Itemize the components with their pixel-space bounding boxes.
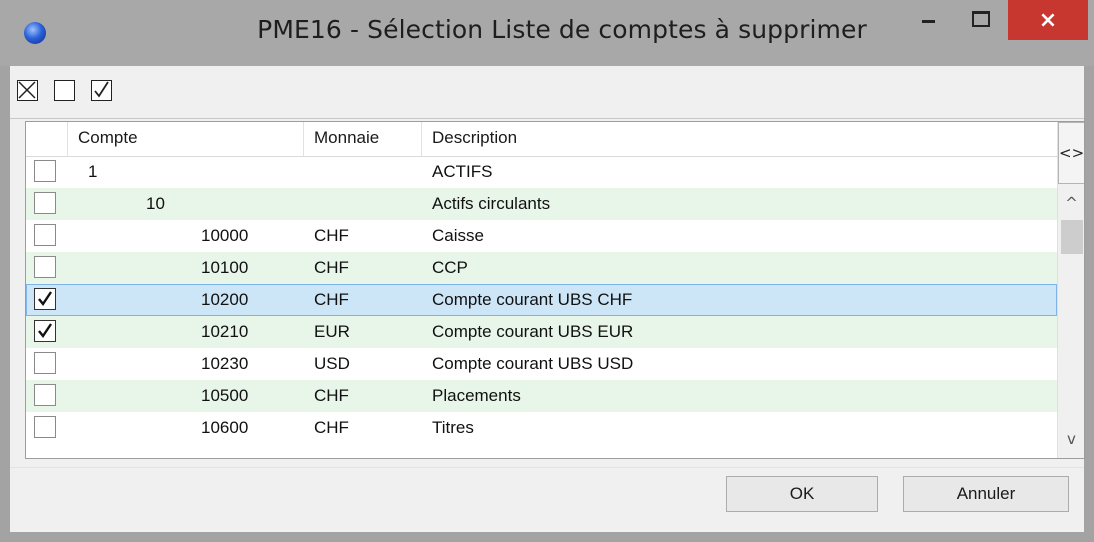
cell-monnaie: CHF	[314, 290, 349, 309]
scrollbar-thumb[interactable]	[1061, 220, 1083, 254]
cell-monnaie: EUR	[314, 322, 350, 341]
cell-compte: 10230	[201, 354, 249, 373]
table-row[interactable]: 10210 EUR Compte courant UBS EUR	[26, 316, 1057, 348]
accounts-grid: Compte Monnaie Description 1 ACTIFS 10 Acti…	[25, 121, 1085, 459]
scroll-down-icon[interactable]: v	[1058, 430, 1084, 450]
table-row[interactable]: 10600 CHF Titres	[26, 412, 1057, 444]
row-checkbox-checked[interactable]	[34, 288, 56, 310]
dialog-body: Compte Monnaie Description 1 ACTIFS 10 Acti…	[10, 66, 1085, 532]
maximize-icon	[972, 11, 990, 27]
grid-header: Compte Monnaie Description	[26, 122, 1057, 157]
cell-compte: 10200	[201, 290, 249, 309]
cell-description: Caisse	[432, 226, 484, 245]
cancel-button[interactable]: Annuler	[903, 476, 1069, 512]
grid-rows: 1 ACTIFS 10 Actifs circulants 10000 CHF Caisse…	[26, 156, 1057, 444]
cell-description: ACTIFS	[432, 162, 493, 181]
row-checkbox[interactable]	[34, 192, 56, 214]
cell-monnaie: CHF	[314, 226, 349, 245]
header-monnaie[interactable]: Monnaie	[304, 122, 422, 156]
title-bar[interactable]: PME16 - Sélection Liste de comptes à sup…	[0, 0, 1094, 66]
cell-compte: 10000	[201, 226, 249, 245]
row-checkbox[interactable]	[34, 352, 56, 374]
cell-monnaie: USD	[314, 354, 350, 373]
expand-columns-button[interactable]: <>	[1058, 122, 1084, 184]
row-checkbox[interactable]	[34, 256, 56, 278]
checkmark-icon	[38, 291, 52, 307]
cell-description: Compte courant UBS CHF	[432, 290, 633, 309]
ok-button[interactable]: OK	[726, 476, 878, 512]
close-button[interactable]: ×	[1008, 0, 1088, 40]
table-row[interactable]: 1 ACTIFS	[26, 156, 1057, 188]
maximize-button[interactable]	[958, 0, 1004, 38]
row-checkbox[interactable]	[34, 160, 56, 182]
table-row[interactable]: 10200 CHF Compte courant UBS CHF	[26, 284, 1057, 316]
toggle-all-icon[interactable]	[17, 80, 38, 101]
cell-monnaie: CHF	[314, 258, 349, 277]
cell-description: Titres	[432, 418, 474, 437]
header-compte[interactable]: Compte	[68, 122, 304, 156]
dialog-window: PME16 - Sélection Liste de comptes à sup…	[0, 0, 1094, 542]
vertical-scrollbar[interactable]: <> ^ v	[1057, 122, 1084, 458]
cell-compte: 10210	[201, 322, 249, 341]
toolbar	[10, 66, 1084, 119]
cell-description: Actifs circulants	[432, 194, 551, 213]
table-row[interactable]: 10230 USD Compte courant UBS USD	[26, 348, 1057, 380]
header-description[interactable]: Description	[422, 122, 1057, 156]
row-checkbox-checked[interactable]	[34, 320, 56, 342]
table-row[interactable]: 10 Actifs circulants	[26, 188, 1057, 220]
cell-compte: 1	[88, 162, 98, 181]
row-checkbox[interactable]	[34, 416, 56, 438]
close-icon: ×	[1038, 7, 1058, 33]
table-row[interactable]: 10500 CHF Placements	[26, 380, 1057, 412]
cell-monnaie: CHF	[314, 418, 349, 437]
header-check-column	[26, 122, 68, 156]
row-checkbox[interactable]	[34, 384, 56, 406]
row-checkbox[interactable]	[34, 224, 56, 246]
minimize-button[interactable]	[905, 0, 951, 38]
table-row[interactable]: 10100 CHF CCP	[26, 252, 1057, 284]
minimize-icon	[921, 19, 935, 23]
table-row[interactable]: 10000 CHF Caisse	[26, 220, 1057, 252]
cell-compte: 10100	[201, 258, 249, 277]
cell-description: Compte courant UBS USD	[432, 354, 634, 373]
cell-compte: 10600	[201, 418, 249, 437]
check-all-icon[interactable]	[91, 80, 112, 101]
cell-description: CCP	[432, 258, 468, 277]
cell-compte: 10	[146, 194, 165, 213]
cell-monnaie: CHF	[314, 386, 349, 405]
checkmark-icon	[38, 323, 52, 339]
cell-description: Placements	[432, 386, 521, 405]
cell-description: Compte courant UBS EUR	[432, 322, 634, 341]
uncheck-all-icon[interactable]	[54, 80, 75, 101]
cell-compte: 10500	[201, 386, 249, 405]
footer-divider	[10, 467, 1084, 468]
scroll-up-icon[interactable]: ^	[1058, 194, 1084, 214]
